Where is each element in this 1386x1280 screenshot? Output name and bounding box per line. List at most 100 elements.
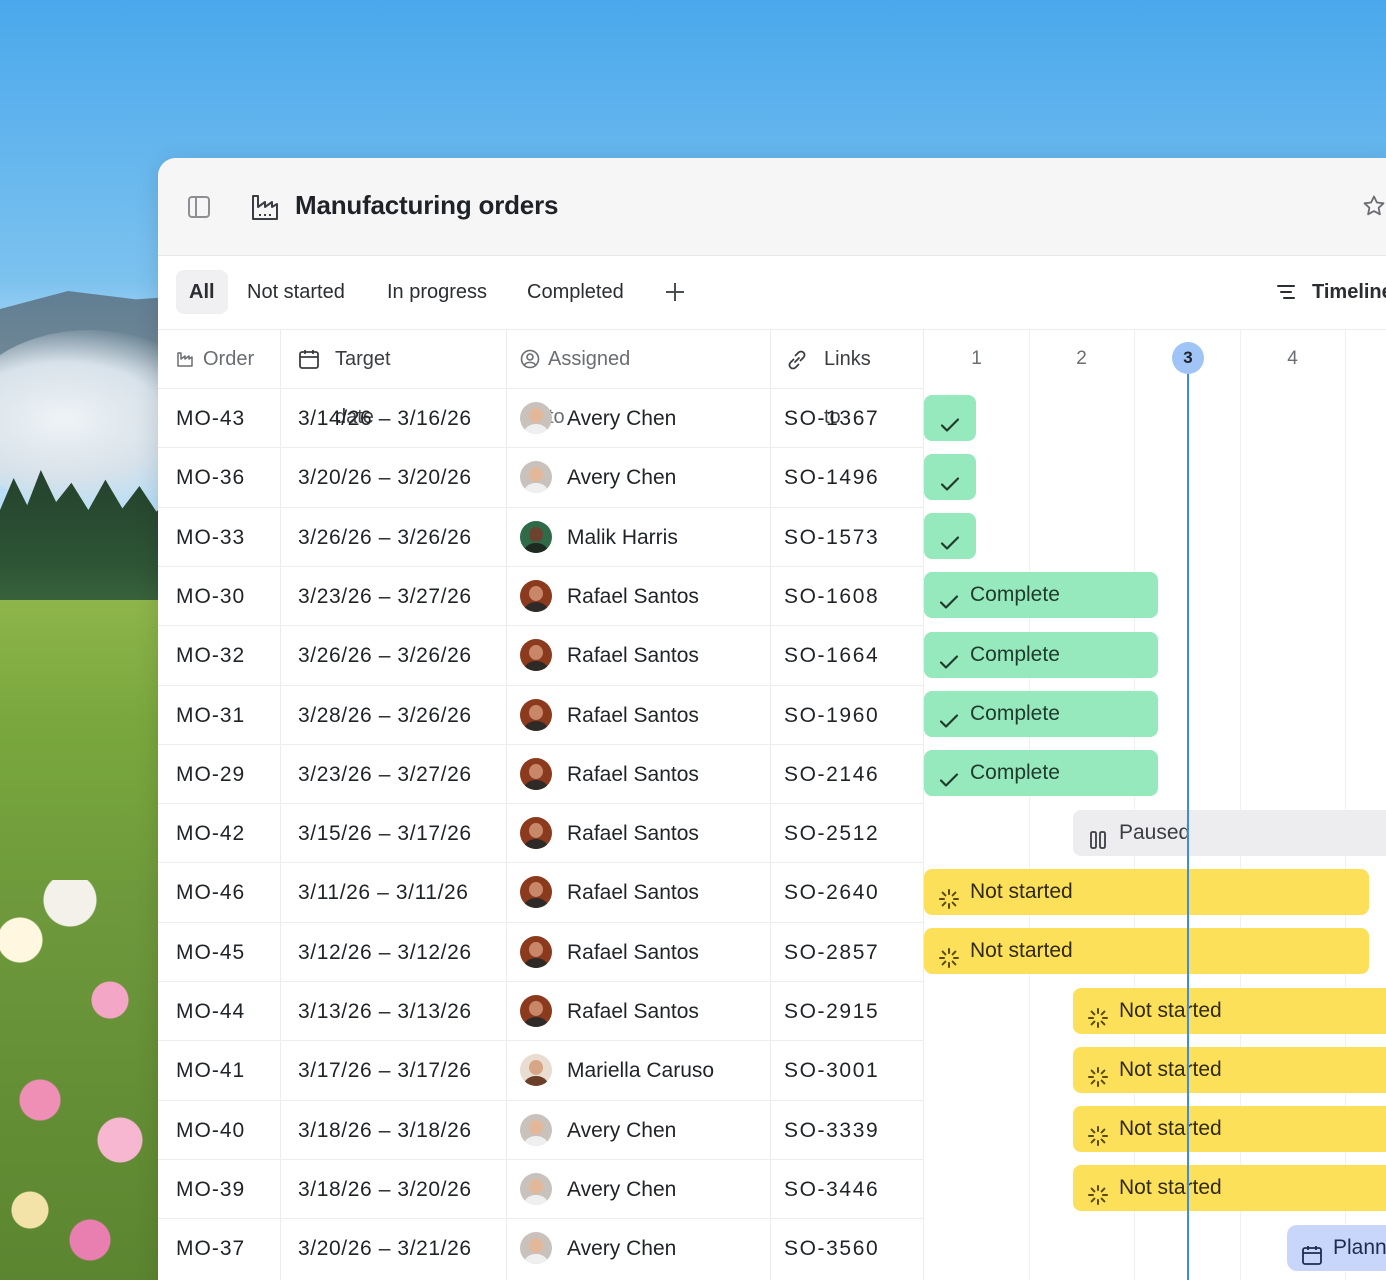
linked-order[interactable]: SO-2915 [784,982,879,1041]
timeline-bar[interactable]: Complete [924,691,1158,737]
assignee-name[interactable]: Avery Chen [567,448,676,507]
sidebar-toggle-icon[interactable] [188,196,210,218]
assignee-name[interactable]: Malik Harris [567,508,678,567]
linked-order[interactable]: SO-1367 [784,389,879,448]
timeline-bar[interactable]: Complete [924,572,1158,619]
tab-completed[interactable]: Completed [514,270,637,314]
linked-order[interactable]: SO-1608 [784,567,879,626]
table-row[interactable]: MO-41 3/17/26 – 3/17/26 Mariella Caruso SO-… [158,1040,924,1099]
timeline-bar[interactable]: Complete [924,631,1158,678]
assignee-name[interactable]: Mariella Caruso [567,1041,714,1100]
assignee-name[interactable]: Avery Chen [567,1101,676,1160]
assignee-name[interactable]: Rafael Santos [567,982,699,1041]
timeline-bar[interactable] [924,394,976,441]
linked-order[interactable]: SO-2146 [784,745,879,804]
timeline-bar[interactable]: Not started [1073,1165,1386,1212]
target-date[interactable]: 3/23/26 – 3/27/26 [298,745,472,804]
target-date[interactable]: 3/18/26 – 3/20/26 [298,1160,472,1219]
tab-in-progress[interactable]: In progress [374,270,500,314]
table-row[interactable]: MO-37 3/20/26 – 3/21/26 Avery Chen SO-3560 [158,1218,924,1277]
status-label: Not started [970,879,1073,903]
table-row[interactable]: MO-46 3/11/26 – 3/11/26 Rafael Santos SO-26… [158,862,924,921]
target-date[interactable]: 3/17/26 – 3/17/26 [298,1041,472,1100]
target-date[interactable]: 3/20/26 – 3/21/26 [298,1219,472,1278]
timeline-bar[interactable]: Paused [1073,809,1386,856]
star-icon[interactable] [1362,194,1386,218]
target-date[interactable]: 3/13/26 – 3/13/26 [298,982,472,1041]
linked-order[interactable]: SO-3560 [784,1219,879,1278]
linked-order[interactable]: SO-1664 [784,626,879,685]
assignee-name[interactable]: Rafael Santos [567,804,699,863]
linked-order[interactable]: SO-1496 [784,448,879,507]
order-id[interactable]: MO-43 [176,389,245,448]
target-date[interactable]: 3/23/26 – 3/27/26 [298,567,472,626]
order-id[interactable]: MO-46 [176,863,245,922]
order-id[interactable]: MO-41 [176,1041,245,1100]
table-row[interactable]: MO-33 3/26/26 – 3/26/26 Malik Harris SO-157… [158,506,924,567]
assignee-name[interactable]: Rafael Santos [567,863,699,922]
table-row[interactable]: MO-36 3/20/26 – 3/20/26 Avery Chen SO-1496 [158,447,924,506]
assignee-name[interactable]: Rafael Santos [567,686,699,745]
target-date[interactable]: 3/28/26 – 3/26/26 [298,686,472,745]
order-id[interactable]: MO-30 [176,567,245,626]
target-date[interactable]: 3/20/26 – 3/20/26 [298,448,472,507]
table-row[interactable]: MO-43 3/14/26 – 3/16/26 Avery Chen SO-1367 [158,388,924,447]
target-date[interactable]: 3/12/26 – 3/12/26 [298,923,472,982]
linked-order[interactable]: SO-2640 [784,863,879,922]
assignee-name[interactable]: Rafael Santos [567,745,699,804]
assignee-name[interactable]: Avery Chen [567,389,676,448]
add-tab-icon[interactable] [660,270,688,314]
avatar [520,402,552,434]
tab-not-started[interactable]: Not started [234,270,358,314]
target-date[interactable]: 3/11/26 – 3/11/26 [298,863,469,922]
timeline-bar[interactable]: Plann [1287,1224,1386,1271]
linked-order[interactable]: SO-1573 [784,508,879,567]
timeline-bar[interactable]: Not started [1073,1046,1386,1093]
table-row[interactable]: MO-29 3/23/26 – 3/27/26 Rafael Santos SO-21… [158,743,924,804]
linked-order[interactable]: SO-1960 [784,686,879,745]
order-id[interactable]: MO-29 [176,745,245,804]
assignee-name[interactable]: Avery Chen [567,1219,676,1278]
target-date[interactable]: 3/14/26 – 3/16/26 [298,389,472,448]
assignee-name[interactable]: Rafael Santos [567,626,699,685]
target-date[interactable]: 3/26/26 – 3/26/26 [298,626,472,685]
table-row[interactable]: MO-31 3/28/26 – 3/26/26 Rafael Santos SO-19… [158,684,924,745]
linked-order[interactable]: SO-2512 [784,804,879,863]
linked-order[interactable]: SO-2857 [784,923,879,982]
timeline-bar[interactable]: Not started [1073,987,1386,1034]
timeline-bar[interactable] [924,453,976,500]
order-id[interactable]: MO-44 [176,982,245,1041]
table-row[interactable]: MO-42 3/15/26 – 3/17/26 Rafael Santos SO-25… [158,803,924,862]
table-row[interactable]: MO-30 3/23/26 – 3/27/26 Rafael Santos SO-16… [158,565,924,626]
order-id[interactable]: MO-42 [176,804,245,863]
order-id[interactable]: MO-45 [176,923,245,982]
target-date[interactable]: 3/18/26 – 3/18/26 [298,1101,472,1160]
timeline-bar[interactable] [924,513,976,560]
order-id[interactable]: MO-39 [176,1160,245,1219]
timeline-bar[interactable]: Not started [924,928,1369,975]
table-row[interactable]: MO-39 3/18/26 – 3/20/26 Avery Chen SO-3446 [158,1158,924,1219]
linked-order[interactable]: SO-3339 [784,1101,879,1160]
order-id[interactable]: MO-36 [176,448,245,507]
timeline-bar[interactable]: Not started [1073,1106,1386,1153]
order-id[interactable]: MO-37 [176,1219,245,1278]
timeline-bar[interactable]: Not started [924,868,1369,915]
table-row[interactable]: MO-44 3/13/26 – 3/13/26 Rafael Santos SO-29… [158,981,924,1040]
view-switcher[interactable]: Timeline [1276,270,1386,314]
order-id[interactable]: MO-33 [176,508,245,567]
timeline-bar[interactable]: Complete [924,750,1158,797]
order-id[interactable]: MO-31 [176,686,245,745]
target-date[interactable]: 3/15/26 – 3/17/26 [298,804,472,863]
order-id[interactable]: MO-32 [176,626,245,685]
table-row[interactable]: MO-40 3/18/26 – 3/18/26 Avery Chen SO-3339 [158,1099,924,1160]
order-id[interactable]: MO-40 [176,1101,245,1160]
tab-all[interactable]: All [176,270,228,314]
linked-order[interactable]: SO-3001 [784,1041,879,1100]
linked-order[interactable]: SO-3446 [784,1160,879,1219]
table-row[interactable]: MO-45 3/12/26 – 3/12/26 Rafael Santos SO-28… [158,921,924,982]
assignee-name[interactable]: Rafael Santos [567,923,699,982]
assignee-name[interactable]: Avery Chen [567,1160,676,1219]
table-row[interactable]: MO-32 3/26/26 – 3/26/26 Rafael Santos SO-16… [158,625,924,684]
target-date[interactable]: 3/26/26 – 3/26/26 [298,508,472,567]
assignee-name[interactable]: Rafael Santos [567,567,699,626]
